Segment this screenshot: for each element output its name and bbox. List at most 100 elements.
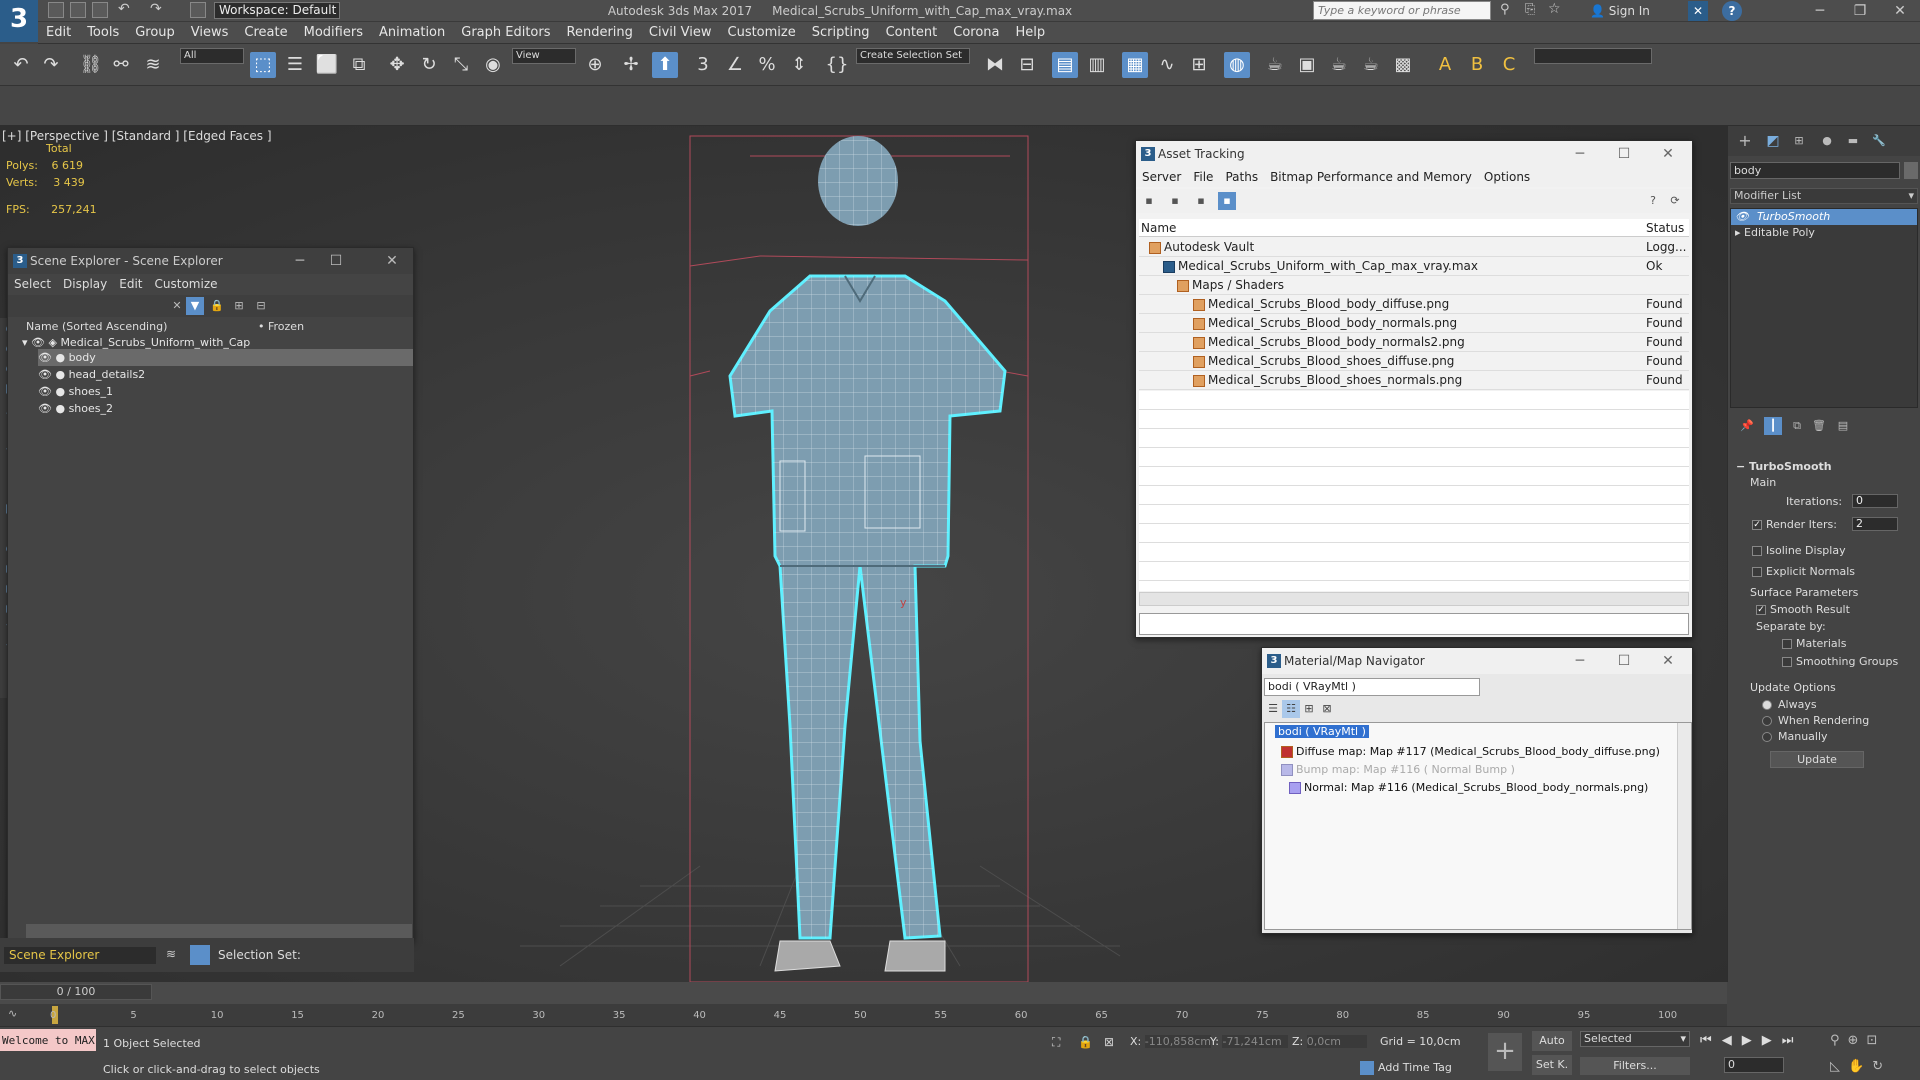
- current-material-field[interactable]: bodi ( VRayMtl ): [1264, 678, 1480, 696]
- filter-icon[interactable]: ▼: [186, 297, 204, 315]
- save-icon[interactable]: [92, 2, 108, 18]
- maximize-button[interactable]: ❐: [1840, 0, 1880, 22]
- search-input[interactable]: Type a keyword or phrase: [1313, 1, 1491, 20]
- tree-row[interactable]: 👁 ● body: [38, 349, 413, 366]
- table-icon[interactable]: ▪: [1166, 192, 1184, 210]
- selection-lock-icon[interactable]: 🔒: [1078, 1035, 1093, 1049]
- named-selection-dropdown[interactable]: Create Selection Set: [856, 48, 970, 64]
- material-node[interactable]: bodi ( VRayMtl ): [1275, 725, 1369, 738]
- modify-tab-icon[interactable]: ◩: [1764, 132, 1782, 150]
- explorer-name-field[interactable]: Scene Explorer: [4, 947, 156, 964]
- table-row[interactable]: Medical_Scrubs_Blood_body_normals.png Fou…: [1139, 314, 1689, 333]
- column-header-frozen[interactable]: • Frozen: [258, 320, 304, 333]
- configure-modifier-sets-icon[interactable]: ▤: [1834, 417, 1852, 435]
- remove-modifier-icon[interactable]: 🗑: [1810, 417, 1828, 435]
- render-production-icon[interactable]: ☕: [1326, 52, 1352, 78]
- field-of-view-icon[interactable]: ◺: [1830, 1059, 1848, 1074]
- curve-editor-icon[interactable]: ∿: [1154, 52, 1180, 78]
- checkbox-checked-icon[interactable]: ✓: [1752, 520, 1762, 530]
- toggle-ribbon-icon[interactable]: ▦: [1122, 52, 1148, 78]
- render-iters-checkbox[interactable]: ✓ Render Iters:: [1752, 518, 1837, 531]
- menu-tools[interactable]: Tools: [79, 22, 127, 44]
- maximize-button[interactable]: ☐: [1606, 141, 1642, 167]
- schematic-view-icon[interactable]: ⊞: [1186, 52, 1212, 78]
- hierarchy-tab-icon[interactable]: ⊞: [1790, 132, 1808, 150]
- column-header-status[interactable]: Status: [1646, 219, 1684, 237]
- menu-server[interactable]: Server: [1142, 170, 1181, 184]
- x-field[interactable]: -110,858cm: [1144, 1035, 1211, 1048]
- list-view-icon[interactable]: ☰: [1264, 700, 1282, 718]
- vertical-scrollbar[interactable]: [1677, 723, 1691, 929]
- table-row[interactable]: Medical_Scrubs_Blood_body_diffuse.png Fou…: [1139, 295, 1689, 314]
- pan-icon[interactable]: ✋: [1848, 1059, 1872, 1074]
- workspace-dropdown[interactable]: Workspace: Default ▾: [214, 2, 340, 32]
- align-icon[interactable]: ⊟: [1014, 52, 1040, 78]
- zoom-all-icon[interactable]: ⊕: [1848, 1033, 1867, 1048]
- create-tab-icon[interactable]: +: [1736, 132, 1754, 150]
- reference-coordinate-dropdown[interactable]: View: [512, 48, 576, 64]
- current-frame-field[interactable]: 0: [1724, 1057, 1784, 1073]
- project-folder-icon[interactable]: [190, 2, 206, 18]
- rectangular-selection-icon[interactable]: ⬜: [314, 52, 340, 78]
- visibility-eye-icon[interactable]: 👁 ●: [38, 351, 69, 364]
- table-row[interactable]: Maps / Shaders: [1139, 276, 1689, 295]
- set-key-big-icon[interactable]: +: [1488, 1033, 1522, 1071]
- menu-animation[interactable]: Animation: [371, 22, 453, 44]
- menu-help[interactable]: Help: [1008, 22, 1054, 44]
- trackbar[interactable]: ∿ 0 5 10 15 20 25 30 35 40 45 50 55 60 65 70 75 80 85 90 95…: [0, 1004, 1727, 1026]
- menu-civil-view[interactable]: Civil View: [641, 22, 720, 44]
- close-button[interactable]: ✕: [1880, 0, 1920, 22]
- display-tab-icon[interactable]: ▬: [1844, 132, 1862, 150]
- menu-modifiers[interactable]: Modifiers: [296, 22, 371, 44]
- tree-row[interactable]: 👁 ● head_details2: [38, 366, 145, 383]
- utilities-tab-icon[interactable]: 🔧: [1870, 132, 1888, 150]
- checkbox-icon[interactable]: [1752, 546, 1762, 556]
- select-and-manipulate-icon[interactable]: ✢: [618, 52, 644, 78]
- zoom-extents-icon[interactable]: ⊡: [1866, 1033, 1885, 1048]
- 3dsmax-logo[interactable]: 3: [0, 0, 38, 42]
- menu-create[interactable]: Create: [236, 22, 295, 44]
- help-icon[interactable]: ?: [1644, 192, 1662, 210]
- minimize-button[interactable]: ─: [1562, 648, 1598, 674]
- menu-edit[interactable]: Edit: [119, 277, 142, 291]
- checkbox-icon[interactable]: [1782, 639, 1792, 649]
- render-iters-spinner[interactable]: 2: [1852, 517, 1898, 531]
- subscription-icon[interactable]: ⎘: [1525, 2, 1535, 17]
- table-row[interactable]: Medical_Scrubs_Blood_shoes_diffuse.png Fo…: [1139, 352, 1689, 371]
- maxscript-listener[interactable]: Welcome to MAX: [0, 1029, 96, 1051]
- link-icon[interactable]: ⛓: [78, 52, 104, 78]
- undo-icon[interactable]: ↶: [118, 1, 130, 17]
- absolute-mode-icon[interactable]: ⊠: [1104, 1035, 1114, 1049]
- close-button[interactable]: ✕: [1650, 141, 1686, 167]
- maximize-button[interactable]: ☐: [1606, 648, 1642, 674]
- snaps-toggle-icon[interactable]: 3: [690, 52, 716, 78]
- bump-map-node[interactable]: Bump map: Map #116 ( Normal Bump ): [1281, 763, 1515, 776]
- hierarchy-icon[interactable]: ⊞: [230, 297, 248, 315]
- rotate-icon[interactable]: ↻: [416, 52, 442, 78]
- object-color-swatch[interactable]: [1904, 162, 1918, 179]
- radio-selected-icon[interactable]: [1762, 700, 1772, 710]
- checkbox-icon[interactable]: [1782, 657, 1792, 667]
- pin-stack-icon[interactable]: 📌: [1738, 417, 1756, 435]
- toggle-scene-explorer-icon[interactable]: ▤: [1052, 52, 1078, 78]
- go-to-start-icon[interactable]: ⏮: [1700, 1033, 1722, 1048]
- table-row[interactable]: Medical_Scrubs_Uniform_with_Cap_max_vray…: [1139, 257, 1689, 276]
- menu-rendering[interactable]: Rendering: [559, 22, 641, 44]
- auto-key-button[interactable]: Auto: [1532, 1031, 1572, 1051]
- menu-bitmap-performance[interactable]: Bitmap Performance and Memory: [1270, 170, 1472, 184]
- key-filters-button[interactable]: Filters...: [1580, 1057, 1690, 1075]
- rendered-frame-window-icon[interactable]: ▣: [1294, 52, 1320, 78]
- time-slider[interactable]: 0 / 100: [0, 984, 152, 1000]
- checkbox-checked-icon[interactable]: ✓: [1756, 605, 1766, 615]
- select-object-icon[interactable]: ⬚: [250, 52, 276, 78]
- radio-icon[interactable]: [1762, 716, 1772, 726]
- column-header-name[interactable]: Name (Sorted Ascending): [26, 320, 167, 333]
- layer-icon[interactable]: ⊟: [252, 297, 270, 315]
- layers-icon[interactable]: ≋: [166, 947, 176, 961]
- object-name-field[interactable]: body: [1730, 162, 1900, 179]
- table-row[interactable]: Medical_Scrubs_Blood_shoes_normals.png Fo…: [1139, 371, 1689, 390]
- expand-icon[interactable]: ▸: [1735, 226, 1744, 239]
- manually-radio[interactable]: Manually: [1762, 730, 1828, 743]
- scene-explorer-titlebar[interactable]: 3 Scene Explorer - Scene Explorer ─ ☐ ✕: [8, 248, 413, 274]
- large-icons-view-icon[interactable]: ⊠: [1318, 700, 1336, 718]
